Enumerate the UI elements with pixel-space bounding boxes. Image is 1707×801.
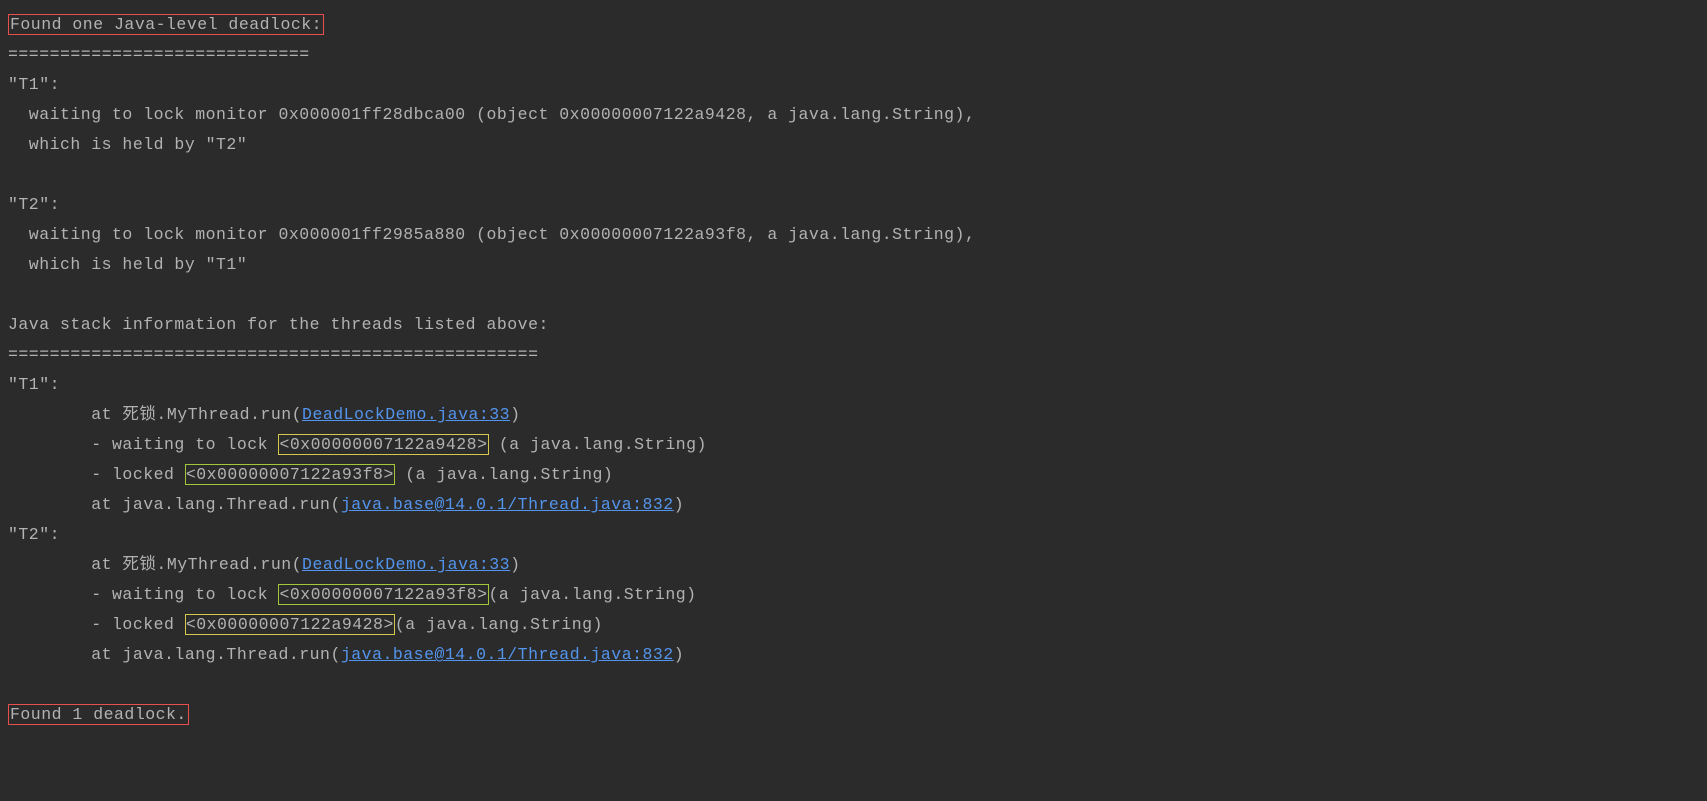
stack-t1-waiting: - waiting to lock <0x00000007122a9428> (… <box>8 430 1699 460</box>
stack-t1-locked: - locked <0x00000007122a93f8> (a java.la… <box>8 460 1699 490</box>
stack-t2-label: "T2": <box>8 520 1699 550</box>
thread-t2-heldby: which is held by "T1" <box>8 250 1699 280</box>
source-link[interactable]: java.base@14.0.1/Thread.java:832 <box>341 645 674 664</box>
thread-t1-waiting: waiting to lock monitor 0x000001ff28dbca… <box>8 100 1699 130</box>
stack-t1-at1: at 死锁.MyThread.run(DeadLockDemo.java:33) <box>8 400 1699 430</box>
deadlock-footer: Found 1 deadlock. <box>8 704 189 725</box>
blank-line <box>8 280 1699 310</box>
blank-line <box>8 670 1699 700</box>
source-link[interactable]: java.base@14.0.1/Thread.java:832 <box>341 495 674 514</box>
thread-t1-label: "T1": <box>8 70 1699 100</box>
stack-t2-at2: at java.lang.Thread.run(java.base@14.0.1… <box>8 640 1699 670</box>
lock-address: <0x00000007122a9428> <box>185 614 395 635</box>
lock-address: <0x00000007122a9428> <box>278 434 488 455</box>
stack-t1-label: "T1": <box>8 370 1699 400</box>
deadlock-header: Found one Java-level deadlock: <box>8 14 324 35</box>
lock-address: <0x00000007122a93f8> <box>185 464 395 485</box>
stack-t2-at1: at 死锁.MyThread.run(DeadLockDemo.java:33) <box>8 550 1699 580</box>
stack-t2-locked: - locked <0x00000007122a9428>(a java.lan… <box>8 610 1699 640</box>
lock-address: <0x00000007122a93f8> <box>278 584 488 605</box>
divider: ============================= <box>8 40 1699 70</box>
stack-t1-at2: at java.lang.Thread.run(java.base@14.0.1… <box>8 490 1699 520</box>
stack-t2-waiting: - waiting to lock <0x00000007122a93f8>(a… <box>8 580 1699 610</box>
stack-header: Java stack information for the threads l… <box>8 310 1699 340</box>
divider: ========================================… <box>8 340 1699 370</box>
source-link[interactable]: DeadLockDemo.java:33 <box>302 405 510 424</box>
thread-t1-heldby: which is held by "T2" <box>8 130 1699 160</box>
source-link[interactable]: DeadLockDemo.java:33 <box>302 555 510 574</box>
blank-line <box>8 160 1699 190</box>
thread-t2-waiting: waiting to lock monitor 0x000001ff2985a8… <box>8 220 1699 250</box>
thread-t2-label: "T2": <box>8 190 1699 220</box>
